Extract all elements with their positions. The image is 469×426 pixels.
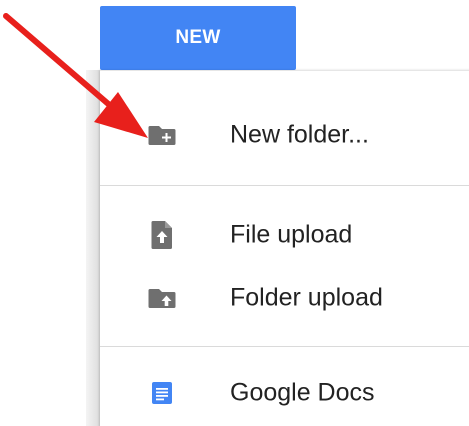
menu-item-file-upload[interactable]: File upload [100, 207, 469, 263]
menu-item-new-folder[interactable]: New folder... [100, 107, 469, 163]
menu-item-label: Google Docs [230, 378, 375, 407]
new-menu: New folder... File upload Folder upload … [100, 70, 469, 426]
google-docs-icon [148, 379, 176, 407]
menu-divider [100, 346, 469, 347]
menu-item-label: File upload [230, 220, 353, 249]
new-button-label: NEW [175, 27, 221, 48]
menu-item-google-docs[interactable]: Google Docs [100, 365, 469, 421]
new-button[interactable]: NEW [100, 6, 296, 70]
menu-item-label: New folder... [230, 120, 369, 149]
menu-item-label: Folder upload [230, 283, 383, 312]
new-folder-icon [148, 121, 176, 149]
drive-new-menu-screenshot: NEW New folder... File upload Folder upl… [0, 0, 469, 426]
menu-item-folder-upload[interactable]: Folder upload [100, 270, 469, 326]
file-upload-icon [148, 221, 176, 249]
menu-divider [100, 185, 469, 186]
folder-upload-icon [148, 284, 176, 312]
page-edge-shadow [86, 70, 100, 426]
